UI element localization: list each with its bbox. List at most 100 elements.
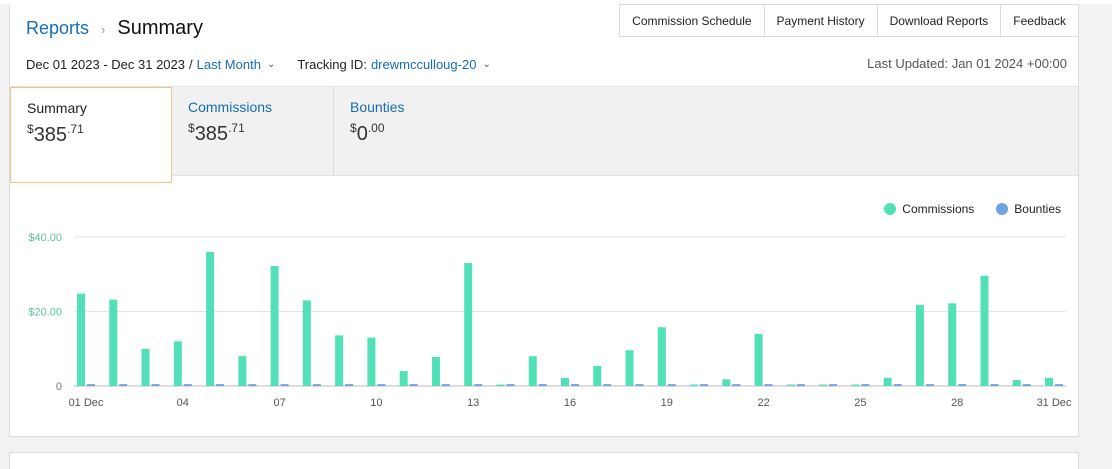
- bounty-bar[interactable]: [151, 384, 160, 386]
- commission-bar[interactable]: [980, 275, 989, 386]
- bounty-bar[interactable]: [667, 384, 676, 386]
- x-tick-label: 22: [757, 397, 769, 409]
- bounty-bar[interactable]: [538, 384, 547, 386]
- commission-bar[interactable]: [819, 384, 828, 386]
- earnings-bar-chart: 0 $20.00 $40.00 01 Dec 04 07 10 13 16 19 22 25 28 31 …: [28, 232, 1072, 409]
- bounty-bar[interactable]: [958, 384, 967, 386]
- commission-bar[interactable]: [948, 303, 957, 386]
- bounty-bar[interactable]: [571, 384, 579, 386]
- bounty-bar[interactable]: [409, 384, 418, 386]
- commission-bar[interactable]: [141, 348, 150, 386]
- bounty-bar[interactable]: [861, 384, 870, 386]
- commission-bar[interactable]: [335, 335, 344, 386]
- chevron-down-icon[interactable]: ⌄: [482, 59, 490, 70]
- filter-separator: /: [189, 57, 193, 72]
- commission-bar[interactable]: [722, 379, 731, 386]
- bounty-bar[interactable]: [990, 384, 999, 386]
- commission-bar[interactable]: [851, 384, 860, 386]
- commission-bar[interactable]: [77, 293, 85, 386]
- commission-bar[interactable]: [302, 300, 311, 386]
- commission-bar[interactable]: [657, 327, 666, 386]
- bounty-bar[interactable]: [87, 384, 95, 386]
- x-tick-label: 10: [370, 397, 382, 409]
- chevron-down-icon[interactable]: ⌄: [267, 59, 275, 70]
- commission-bar[interactable]: [109, 299, 118, 386]
- bounty-bar[interactable]: [925, 384, 934, 386]
- commission-bar[interactable]: [915, 304, 924, 386]
- bounty-bar[interactable]: [764, 384, 773, 386]
- commission-bar[interactable]: [173, 341, 182, 386]
- tab-summary-label: Summary: [27, 100, 87, 116]
- lower-card: [9, 452, 1079, 469]
- report-filters: Dec 01 2023 - Dec 31 2023 / Last Month ⌄…: [26, 57, 495, 72]
- commission-bar[interactable]: [367, 337, 376, 386]
- tab-bounties-label: Bounties: [350, 99, 405, 115]
- last-updated-text: Last Updated: Jan 01 2024 +00:00: [867, 56, 1067, 71]
- x-tick-label: 16: [564, 397, 576, 409]
- top-links: Commission Schedule Payment History Down…: [619, 4, 1078, 37]
- chevron-right-icon: ›: [101, 22, 106, 37]
- breadcrumb-reports-link[interactable]: Reports: [26, 18, 89, 39]
- tab-commissions[interactable]: Commissions $385.71: [172, 87, 334, 176]
- bounty-bar[interactable]: [635, 384, 644, 386]
- x-tick-label: 31 Dec: [1037, 397, 1072, 409]
- commission-bar[interactable]: [270, 266, 279, 386]
- x-tick-label: 13: [467, 397, 479, 409]
- commission-bar[interactable]: [1012, 380, 1021, 386]
- tab-bounties-value: $0.00: [350, 121, 385, 145]
- commission-bar[interactable]: [464, 263, 473, 386]
- payment-history-link[interactable]: Payment History: [763, 4, 877, 37]
- bounty-bar[interactable]: [183, 384, 192, 386]
- commission-bar[interactable]: [528, 356, 537, 386]
- bounty-bar[interactable]: [1022, 384, 1031, 386]
- feedback-link[interactable]: Feedback: [1000, 4, 1078, 37]
- tab-commissions-label: Commissions: [188, 99, 273, 115]
- tab-bounties[interactable]: Bounties $0.00: [334, 87, 496, 176]
- summary-card: Reports › Summary Commission Schedule Pa…: [9, 4, 1079, 437]
- commission-bar[interactable]: [206, 251, 215, 386]
- legend-commissions[interactable]: Commissions: [884, 202, 974, 216]
- download-reports-link[interactable]: Download Reports: [876, 4, 1001, 37]
- bounty-bar[interactable]: [441, 384, 450, 386]
- bounty-bar[interactable]: [893, 384, 902, 386]
- commission-schedule-link[interactable]: Commission Schedule: [619, 4, 764, 37]
- bounties-dot-icon: [996, 203, 1009, 215]
- commission-bar[interactable]: [786, 384, 795, 386]
- bounty-bar[interactable]: [603, 384, 612, 386]
- bounty-bar[interactable]: [506, 384, 515, 386]
- commission-bar[interactable]: [561, 377, 569, 386]
- bounty-bar[interactable]: [345, 384, 354, 386]
- bounty-bar[interactable]: [248, 384, 257, 386]
- legend-bounties[interactable]: Bounties: [996, 202, 1061, 216]
- commission-bar[interactable]: [496, 384, 505, 386]
- tab-summary[interactable]: Summary $385.71: [10, 87, 172, 183]
- commission-bar[interactable]: [399, 371, 408, 386]
- bounty-bar[interactable]: [796, 384, 805, 386]
- x-tick-label: 01 Dec: [69, 397, 104, 409]
- tab-summary-value: $385.71: [27, 122, 84, 146]
- commission-bar[interactable]: [1045, 377, 1053, 386]
- tab-commissions-value: $385.71: [188, 121, 245, 145]
- bounty-bar[interactable]: [1055, 384, 1063, 386]
- commission-bar[interactable]: [431, 356, 440, 386]
- bounty-bar[interactable]: [732, 384, 741, 386]
- commissions-dot-icon: [884, 203, 897, 215]
- bounty-bar[interactable]: [377, 384, 386, 386]
- bounty-bar[interactable]: [312, 384, 321, 386]
- bounty-bar[interactable]: [700, 384, 709, 386]
- commission-bar[interactable]: [754, 333, 763, 386]
- bounty-bar[interactable]: [280, 384, 289, 386]
- tracking-id-dropdown[interactable]: drewmcculloug-20: [371, 57, 477, 72]
- bounty-bar[interactable]: [829, 384, 838, 386]
- bounty-bar[interactable]: [474, 384, 483, 386]
- commission-bar[interactable]: [625, 350, 634, 386]
- commission-bar[interactable]: [883, 377, 892, 386]
- period-dropdown[interactable]: Last Month: [197, 57, 261, 72]
- bounty-bar[interactable]: [216, 384, 225, 386]
- commission-bar[interactable]: [690, 384, 699, 386]
- x-tick-label: 28: [951, 397, 963, 409]
- bounty-bar[interactable]: [119, 384, 128, 386]
- breadcrumb: Reports › Summary: [26, 17, 203, 40]
- commission-bar[interactable]: [238, 356, 247, 386]
- commission-bar[interactable]: [593, 365, 602, 386]
